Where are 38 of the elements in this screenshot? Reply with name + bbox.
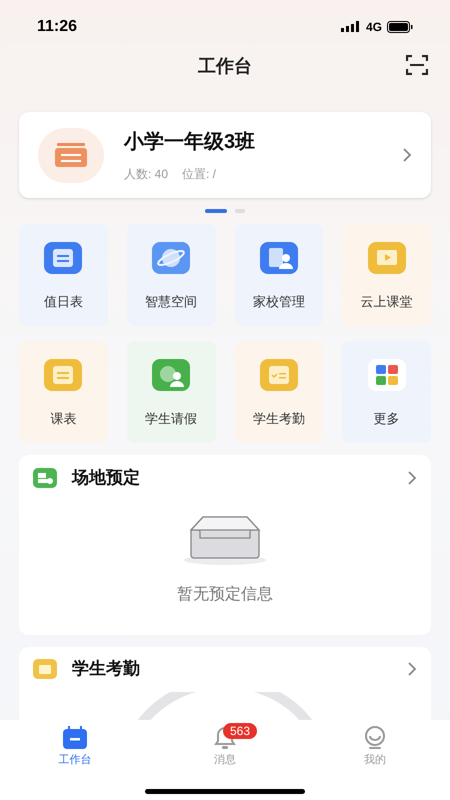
empty-message: 暂无预定信息 [177,584,273,604]
calendar-icon [44,242,82,274]
tab-bar-item[interactable]: 消息 563 [185,726,265,768]
battery-icon [387,21,413,33]
student-count: 人数: 40 [124,166,168,183]
class-name: 小学一年级3班 [124,130,256,155]
document-person-icon [260,242,298,274]
status-time: 11:26 [37,17,78,37]
location-label: 位置: / [182,166,216,183]
feature-tile[interactable]: 值日表 [19,224,108,326]
page-title: 工作台 [198,54,252,78]
sign-board-icon [55,143,87,167]
calendar-icon [44,359,82,391]
notification-badge: 563 [223,723,258,739]
tab-bar-item[interactable]: 工作台 [35,726,115,768]
feature-tile[interactable]: 家校管理 [234,224,324,326]
feature-tile[interactable]: 云上课堂 [342,224,431,326]
chevron-right-icon [407,660,417,677]
feature-tile[interactable]: 学生请假 [126,341,216,443]
chevron-right-icon [407,470,417,486]
grid-icon [368,359,406,391]
feature-tile[interactable]: 课表 [19,341,108,443]
network-label: 4G [366,19,382,36]
scan-icon [406,55,428,75]
planet-icon [152,242,190,274]
class-card[interactable]: 小学一年级3班 人数: 40 位置: / [19,112,431,198]
venue-title: 场地预定 [72,467,141,489]
feature-tile[interactable]: 更多 [342,341,431,443]
smiley-icon [363,726,387,750]
calendar-icon [62,726,88,750]
chevron-right-icon [402,147,412,163]
video-icon [368,242,406,274]
scan-button[interactable] [406,55,428,75]
feature-tile[interactable]: 学生考勤 [234,341,324,443]
signal-icon [340,21,361,33]
clock-person-icon [152,359,190,391]
feature-tile[interactable]: 智慧空间 [126,224,216,326]
attendance-title: 学生考勤 [72,658,141,680]
